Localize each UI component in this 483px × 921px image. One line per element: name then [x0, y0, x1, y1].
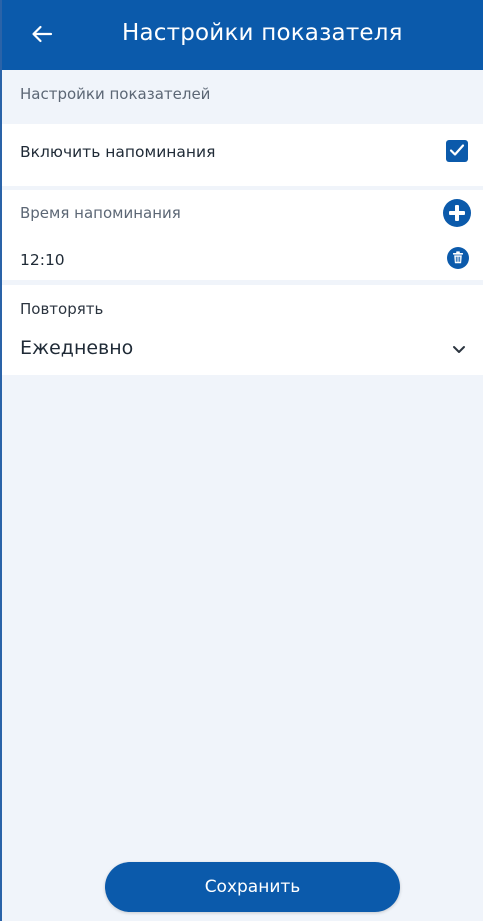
repeat-label: Повторять [20, 300, 104, 318]
repeat-dropdown-toggle[interactable] [449, 341, 469, 355]
app-bar: Настройки показателя [2, 0, 483, 70]
reminder-time-label: Время напоминания [20, 204, 181, 222]
arrow-left-icon [31, 25, 53, 47]
page-title: Настройки показателя [122, 20, 403, 46]
reminders-checkbox[interactable] [446, 140, 468, 162]
delete-time-button[interactable] [447, 247, 469, 269]
save-button[interactable]: Сохранить [105, 862, 400, 912]
add-time-button[interactable] [443, 199, 471, 227]
reminders-row: Включить напоминания [2, 124, 483, 186]
trash-icon [452, 249, 464, 268]
repeat-select[interactable]: Ежедневно [20, 337, 133, 359]
checkmark-icon [449, 142, 465, 161]
reminders-label: Включить напоминания [20, 143, 216, 161]
screen: Настройки показателя Настройки показател… [0, 0, 483, 921]
chevron-down-icon [452, 339, 466, 358]
reminder-time-section: Время напоминания 12:10 [2, 190, 483, 280]
reminder-time-value[interactable]: 12:10 [20, 251, 65, 269]
back-button[interactable] [18, 12, 66, 60]
repeat-section: Повторять Ежедневно [2, 285, 483, 375]
section-header: Настройки показателей [20, 85, 211, 103]
